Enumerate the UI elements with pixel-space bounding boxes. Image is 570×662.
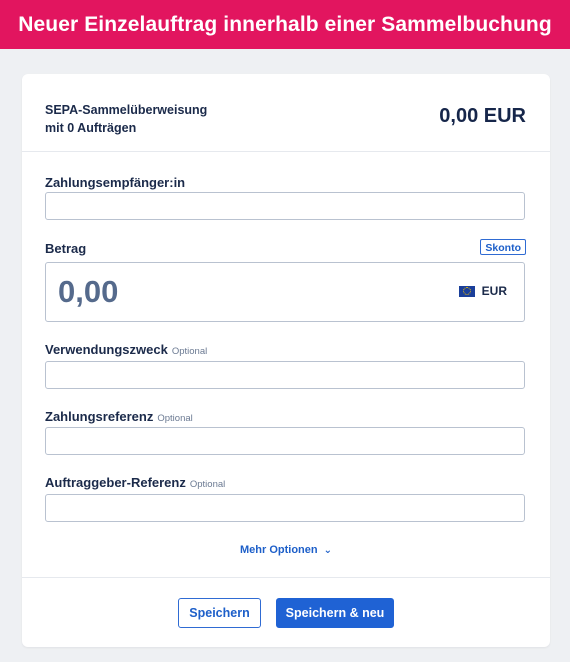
purpose-input[interactable]	[45, 361, 525, 389]
order-form-card: SEPA-Sammelüberweisung mit 0 Aufträgen 0…	[22, 74, 550, 647]
page-header: Neuer Einzelauftrag innerhalb einer Samm…	[0, 0, 570, 49]
purpose-label-text: Verwendungszweck	[45, 342, 168, 357]
client-reference-optional-hint: Optional	[189, 479, 226, 490]
client-reference-label: Auftraggeber-Referenz Optional	[45, 475, 225, 490]
client-reference-input[interactable]	[45, 494, 525, 522]
page-title: Neuer Einzelauftrag innerhalb einer Samm…	[18, 12, 552, 36]
chevron-down-icon: ⌄	[323, 545, 332, 556]
client-reference-label-text: Auftraggeber-Referenz	[45, 475, 186, 490]
currency-label: EUR	[481, 284, 507, 298]
more-options-label: Mehr Optionen	[240, 544, 318, 556]
batch-summary: SEPA-Sammelüberweisung mit 0 Aufträgen	[45, 101, 207, 137]
recipient-label: Zahlungsempfänger:in	[45, 175, 186, 190]
batch-count: mit 0 Aufträgen	[45, 121, 137, 135]
batch-type: SEPA-Sammelüberweisung	[45, 103, 208, 117]
more-options-toggle[interactable]: Mehr Optionen ⌄	[22, 544, 550, 556]
purpose-label: Verwendungszweck Optional	[45, 342, 207, 357]
recipient-input[interactable]	[45, 192, 525, 220]
batch-total: 0,00 EUR	[439, 105, 526, 127]
reference-label: Zahlungsreferenz Optional	[45, 409, 193, 424]
currency-selector[interactable]: EUR	[458, 284, 507, 298]
card-footer: Speichern Speichern & neu	[22, 577, 550, 648]
amount-field[interactable]: 0,00 EUR	[45, 262, 525, 322]
reference-label-text: Zahlungsreferenz	[45, 409, 154, 424]
amount-label: Betrag	[45, 241, 87, 256]
save-button[interactable]: Speichern	[178, 598, 261, 628]
eu-flag-icon	[458, 285, 475, 297]
purpose-optional-hint: Optional	[171, 346, 208, 357]
card-header: SEPA-Sammelüberweisung mit 0 Aufträgen 0…	[22, 74, 550, 152]
amount-value[interactable]: 0,00	[58, 274, 118, 310]
reference-optional-hint: Optional	[157, 413, 193, 424]
save-and-new-button[interactable]: Speichern & neu	[276, 598, 394, 628]
reference-input[interactable]	[45, 427, 525, 455]
skonto-button[interactable]: Skonto	[480, 239, 526, 255]
